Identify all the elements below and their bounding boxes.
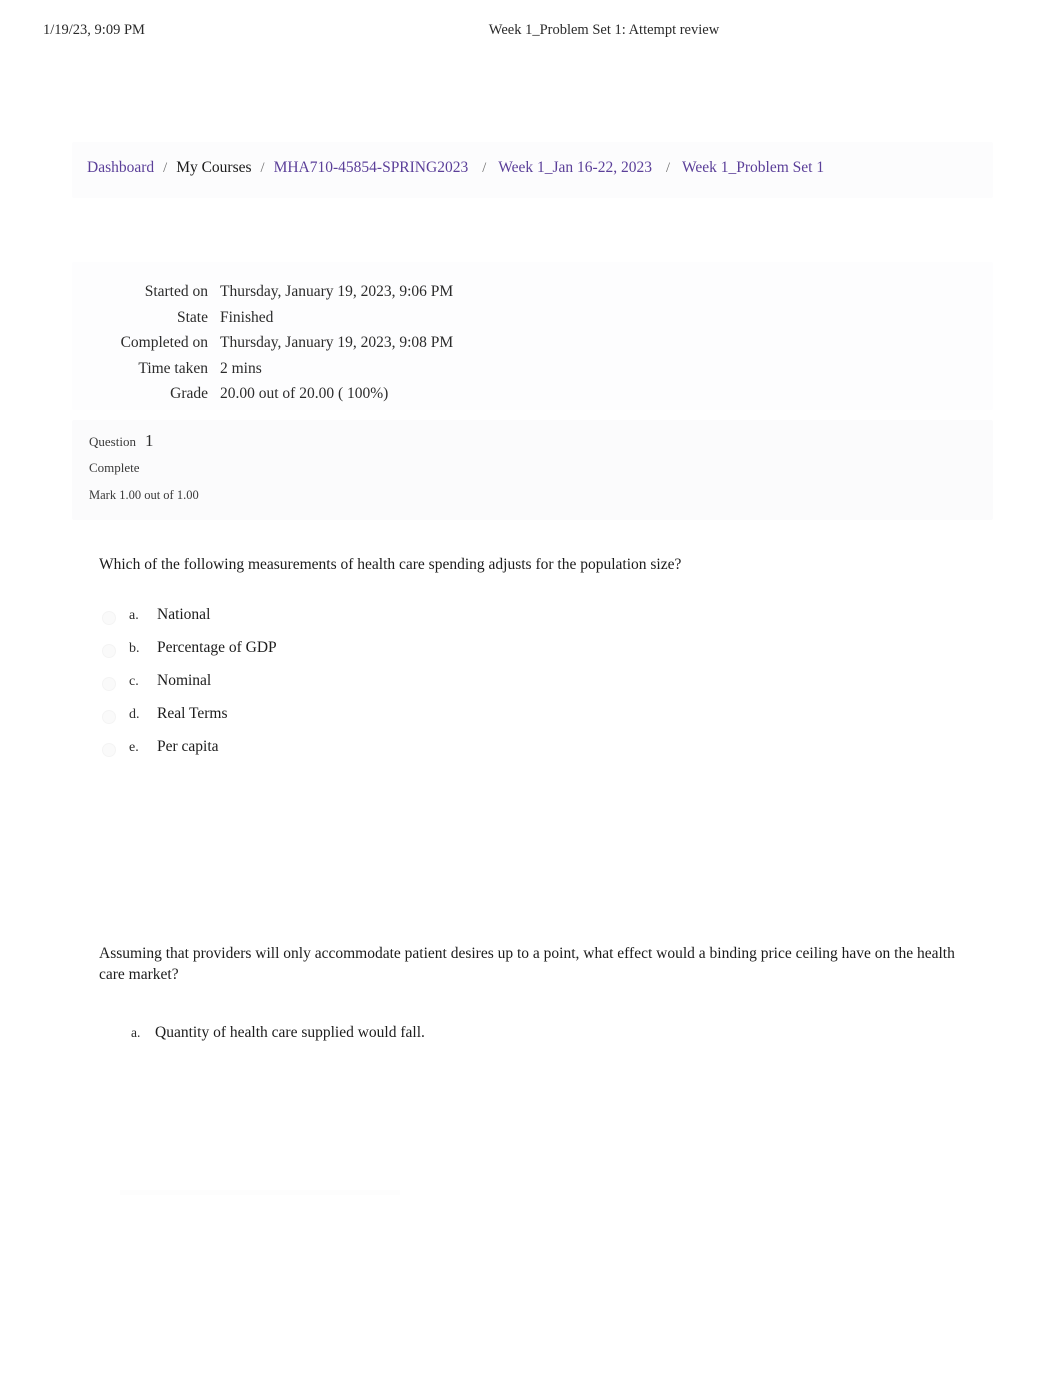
breadcrumb-item-my-courses[interactable]: My Courses [176,159,251,177]
answer-text[interactable]: National [157,604,210,625]
answer-text[interactable]: Real Terms [157,703,228,724]
answer-letter: d. [129,707,140,722]
answer-text[interactable]: Nominal [157,670,211,691]
question-label: Question [89,434,136,449]
table-row: Time taken 2 mins [0,356,600,382]
answer-letter: a. [129,608,139,623]
answer-text[interactable]: Percentage of GDP [157,637,277,658]
radio-button-icon[interactable] [102,743,116,757]
answer-letter: a. [131,1025,141,1040]
info-value-time-taken: 2 mins [220,359,262,377]
info-label-state: State [177,308,208,326]
info-value-completed-on: Thursday, January 19, 2023, 9:08 PM [220,334,454,351]
radio-button-icon[interactable] [102,611,116,625]
breadcrumb-item-dashboard[interactable]: Dashboard [87,159,154,177]
question-number: 1 [144,431,154,450]
question-mark: Mark 1.00 out of 1.00 [89,488,199,502]
question-2-block: Assuming that providers will only accomm… [99,943,965,1055]
answer-text[interactable]: Quantity of health care supplied would f… [155,1022,425,1043]
list-item[interactable]: a. National [99,604,959,637]
question-state: Complete [89,460,140,475]
breadcrumb-item-course[interactable]: MHA710-45854-SPRING2023 [274,159,469,177]
question-1-text: Which of the following measurements of h… [99,556,682,573]
info-label-completed-on: Completed on [120,334,208,351]
question-header: Question 1 Complete Mark 1.00 out of 1.0… [89,432,389,504]
breadcrumb-separator: / [163,159,168,176]
answer-letter: c. [129,674,139,689]
answer-letter: e. [129,740,139,755]
breadcrumb-item-week[interactable]: Week 1_Jan 16-22, 2023 [498,159,652,177]
question-2-answer-list: a. Quantity of health care supplied woul… [99,1022,965,1055]
breadcrumb-separator: / [482,159,487,176]
radio-button-icon[interactable] [102,710,116,724]
question-number-row: Question 1 [89,432,389,451]
info-label-time-taken: Time taken [138,359,208,377]
table-row: State Finished [0,305,600,331]
page-content: Dashboard / My Courses / MHA710-45854-SP… [0,0,1062,1377]
info-value-grade: 20.00 out of 20.00 ( 100%) [220,385,389,402]
answer-text[interactable]: Per capita [157,736,219,757]
info-value-state: Finished [220,308,274,326]
question-2-text: Assuming that providers will only accomm… [99,945,955,983]
breadcrumb-separator: / [260,159,265,176]
answer-letter: b. [129,641,140,656]
attempt-info-table: Started on Thursday, January 19, 2023, 9… [0,279,600,407]
question-1-block: Which of the following measurements of h… [99,554,959,769]
list-item[interactable]: e. Per capita [99,736,959,769]
list-item[interactable]: d. Real Terms [99,703,959,736]
radio-button-icon[interactable] [102,644,116,658]
list-item[interactable]: b. Percentage of GDP [99,637,959,670]
info-label-started-on: Started on [144,283,208,300]
info-label-grade: Grade [170,385,208,402]
table-row: Completed on Thursday, January 19, 2023,… [0,330,600,356]
info-value-started-on: Thursday, January 19, 2023, 9:06 PM [220,283,454,300]
breadcrumb-separator: / [665,159,670,176]
list-item[interactable]: a. Quantity of health care supplied woul… [99,1022,965,1055]
table-row: Started on Thursday, January 19, 2023, 9… [0,279,600,305]
page-footer-artifact [120,1190,400,1195]
list-item[interactable]: c. Nominal [99,670,959,703]
breadcrumb-item-problem-set[interactable]: Week 1_Problem Set 1 [682,159,824,177]
table-row: Grade 20.00 out of 20.00 ( 100%) [0,381,600,407]
question-1-answer-list: a. National b. Percentage of GDP c. Nomi… [99,604,959,769]
breadcrumb: Dashboard / My Courses / MHA710-45854-SP… [87,156,824,180]
radio-button-icon[interactable] [102,677,116,691]
